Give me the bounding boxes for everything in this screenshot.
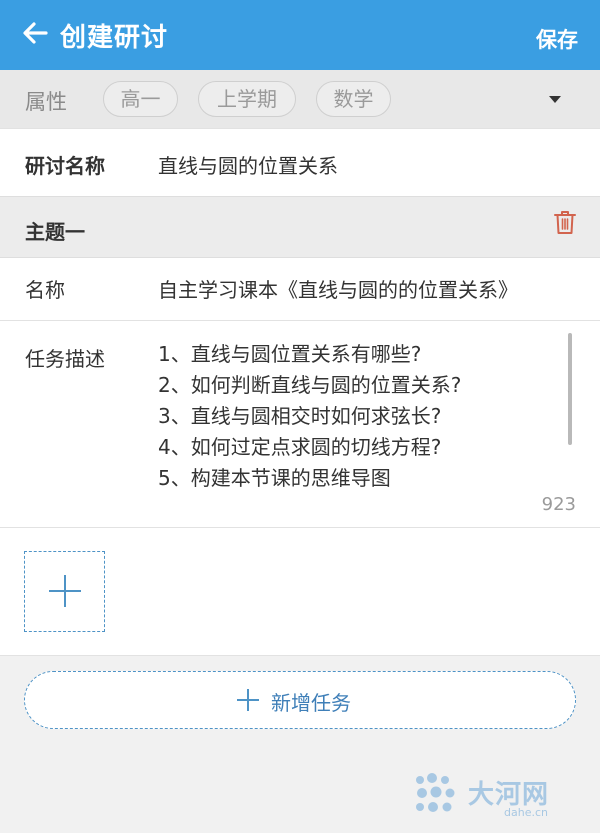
- attribute-bar: 属性 高一 上学期 数学: [0, 70, 600, 128]
- task-description-label: 任务描述: [25, 347, 105, 371]
- description-line: 1、直线与圆位置关系有哪些?: [158, 342, 422, 366]
- page-title: 创建研讨: [60, 23, 169, 53]
- description-line: 4、如何过定点求圆的切线方程?: [158, 435, 442, 459]
- subject-chip[interactable]: 数学: [316, 81, 391, 117]
- semester-chip[interactable]: 上学期: [198, 81, 296, 117]
- arrow-left-icon[interactable]: [20, 18, 50, 48]
- task-description-input[interactable]: 1、直线与圆位置关系有哪些? 2、如何判断直线与圆的位置关系? 3、直线与圆相交…: [158, 339, 568, 489]
- grade-chip[interactable]: 高一: [103, 81, 178, 117]
- topic-title: 主题一: [25, 220, 85, 244]
- save-button[interactable]: 保存: [536, 24, 578, 54]
- discussion-name-label: 研讨名称: [25, 154, 105, 178]
- topic-name-label: 名称: [25, 278, 65, 302]
- description-line: 3、直线与圆相交时如何求弦长?: [158, 404, 442, 428]
- dahe-logo-icon: [416, 773, 455, 812]
- watermark-logo: 大河网 dahe.cn: [412, 770, 592, 820]
- add-attachment-button[interactable]: [24, 551, 105, 632]
- top-app-bar: 创建研讨 保存: [0, 0, 600, 70]
- topic-name-row: 名称 自主学习课本《直线与圆的的位置关系》: [0, 258, 600, 320]
- trash-icon[interactable]: [553, 209, 577, 235]
- description-line: 5、构建本节课的思维导图: [158, 466, 391, 489]
- topic-header: 主题一: [0, 196, 600, 258]
- caret-down-icon[interactable]: [549, 96, 561, 103]
- new-task-label: 新增任务: [271, 691, 351, 715]
- watermark-subtext: dahe.cn: [504, 806, 548, 819]
- discussion-name-row: 研讨名称 直线与圆的位置关系: [0, 128, 600, 196]
- attachment-area: [0, 528, 600, 656]
- task-description-row: 任务描述 1、直线与圆位置关系有哪些? 2、如何判断直线与圆的位置关系? 3、直…: [0, 320, 600, 528]
- character-counter: 923: [541, 494, 576, 515]
- description-line: 2、如何判断直线与圆的位置关系?: [158, 373, 462, 397]
- new-task-button[interactable]: 新增任务: [24, 671, 576, 729]
- topic-name-input[interactable]: 自主学习课本《直线与圆的的位置关系》: [158, 274, 518, 303]
- attribute-label: 属性: [25, 90, 67, 114]
- description-scrollbar[interactable]: [568, 333, 572, 445]
- discussion-name-input[interactable]: 直线与圆的位置关系: [158, 150, 338, 179]
